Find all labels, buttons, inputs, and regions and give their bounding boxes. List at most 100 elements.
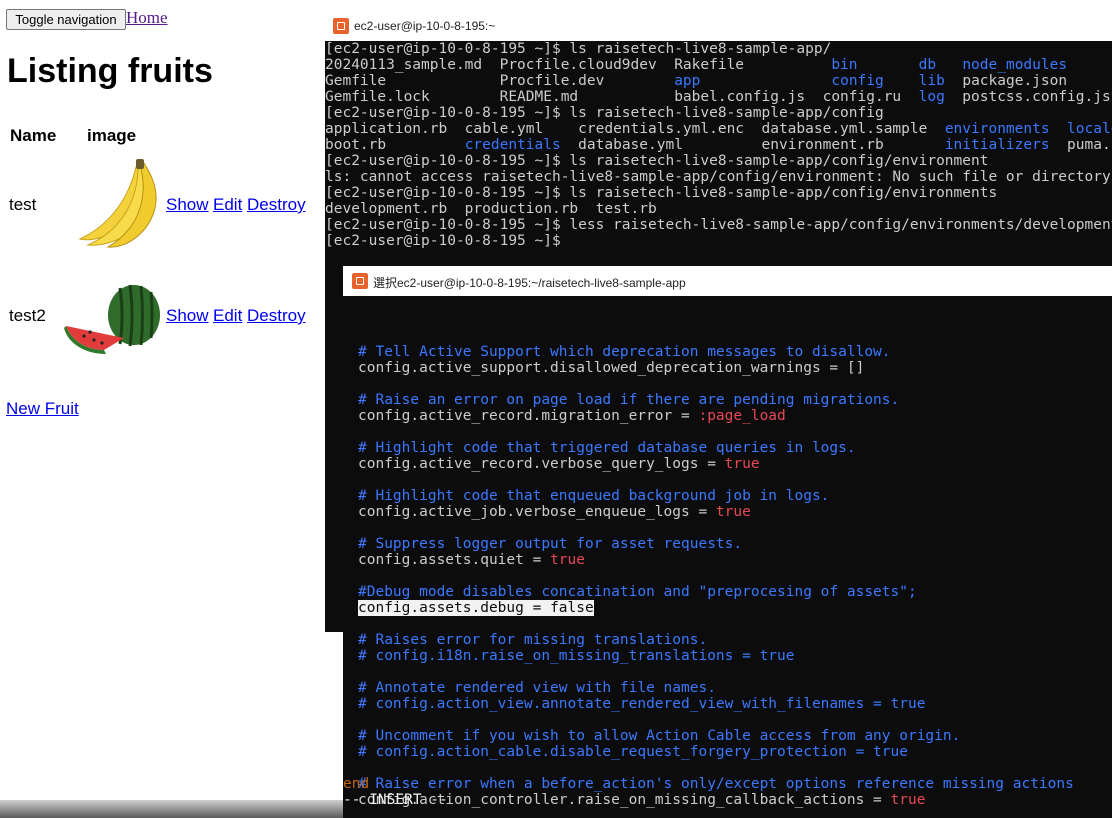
terminal-line: # config.action_view.annotate_rendered_v… (358, 696, 1074, 712)
edit-link[interactable]: Edit (213, 195, 242, 215)
terminal-text: [ec2-user@ip-10-0-8-195 ~]$ (325, 233, 561, 249)
show-link[interactable]: Show (166, 195, 209, 215)
terminal-text: config (831, 73, 884, 89)
terminal-text: ls: cannot access raisetech-live8-sample… (325, 169, 1111, 185)
terminal-text: database.yml environment.rb (560, 137, 945, 153)
destroy-link[interactable]: Destroy (247, 195, 306, 215)
terminal-window-vim[interactable]: 選択ec2-user@ip-10-0-8-195:~/raisetech-liv… (343, 266, 1112, 818)
terminal-text: config.active_record.migration_error = (358, 408, 699, 424)
edit-link[interactable]: Edit (213, 306, 242, 326)
terminal-app-icon (352, 273, 368, 289)
vim-mode-status: -- INSERT -- (343, 792, 448, 808)
banana-image (66, 153, 162, 253)
terminal-text: # Raise error when a before_action's onl… (358, 776, 1074, 792)
home-link[interactable]: Home (126, 8, 168, 28)
terminal-text: # Uncomment if you wish to allow Action … (358, 728, 961, 744)
terminal-text: # config.i18n.raise_on_missing_translati… (358, 648, 795, 664)
terminal-line: # Raise an error on page load if there a… (358, 392, 1074, 408)
terminal-text: # Highlight code that enqueued backgroun… (358, 488, 830, 504)
terminal-text: boot.rb (325, 137, 465, 153)
terminal-line: # Highlight code that enqueued backgroun… (358, 488, 1074, 504)
new-fruit-link[interactable]: New Fruit (6, 399, 79, 419)
terminal-text: bin (831, 57, 858, 73)
terminal-text: # Highlight code that triggered database… (358, 440, 856, 456)
terminal-text: # Suppress logger output for asset reque… (358, 536, 743, 552)
terminal-line: development.rb production.rb test.rb (325, 201, 1112, 217)
terminal-text: package.json (944, 73, 1112, 89)
terminal-line: # Highlight code that triggered database… (358, 440, 1074, 456)
terminal-text: true (550, 552, 585, 568)
terminal-text: # config.action_view.annotate_rendered_v… (358, 696, 926, 712)
toggle-navigation-button[interactable]: Toggle navigation (6, 9, 126, 30)
terminal-text: environments (944, 121, 1050, 137)
terminal-text: lib (918, 73, 945, 89)
terminal-text: [ec2-user@ip-10-0-8-195 ~]$ less raisete… (325, 217, 1112, 233)
terminal-line: Gemfile.lock README.md babel.config.js c… (325, 89, 1112, 105)
column-header-name: Name (10, 126, 57, 145)
terminal-title: 選択ec2-user@ip-10-0-8-195:~/raisetech-liv… (373, 276, 686, 290)
terminal-text: # Raise an error on page load if there a… (358, 392, 900, 408)
terminal-line: # Tell Active Support which deprecation … (358, 344, 1074, 360)
terminal-text: # Tell Active Support which deprecation … (358, 344, 891, 360)
terminal-line: config.active_job.verbose_enqueue_logs =… (358, 504, 1074, 520)
terminal-text: application.rb cable.yml credentials.yml… (325, 121, 945, 137)
terminal-text: #Debug mode disables concatination and "… (358, 584, 917, 600)
terminal-text: true (724, 456, 760, 472)
terminal-text: 20240113_sample.md Procfile.cloud9dev Ra… (325, 57, 832, 73)
terminal-text: node_modules (962, 57, 1068, 73)
terminal-line: ls: cannot access raisetech-live8-sample… (325, 169, 1112, 185)
terminal-line: config.action_controller.raise_on_missin… (358, 792, 1074, 808)
terminal-app-icon (333, 18, 349, 34)
destroy-link[interactable]: Destroy (247, 306, 306, 326)
terminal-text: [ec2-user@ip-10-0-8-195 ~]$ ls raisetech… (325, 153, 989, 169)
show-link[interactable]: Show (166, 306, 209, 326)
terminal-text: [ec2-user@ip-10-0-8-195 ~]$ ls raisetech… (325, 185, 998, 201)
terminal-text: db (918, 57, 937, 73)
terminal-text: # config.action_cable.disable_request_fo… (358, 744, 908, 760)
terminal-line: config.assets.quiet = true (358, 552, 1074, 568)
watermelon-image (64, 280, 160, 360)
terminal-text: config.assets.quiet = (358, 552, 551, 568)
terminal-text: config.assets.debug = (358, 600, 551, 616)
terminal-line: # Raises error for missing translations. (358, 632, 1074, 648)
terminal-line: [ec2-user@ip-10-0-8-195 ~]$ (325, 233, 1112, 249)
terminal-line: application.rb cable.yml credentials.yml… (325, 121, 1112, 137)
terminal-titlebar[interactable]: ec2-user@ip-10-0-8-195:~ (325, 10, 1112, 41)
terminal-text: false (550, 600, 594, 616)
fruit-name: test (9, 195, 37, 214)
terminal-text: puma.rb spring (1067, 137, 1112, 153)
terminal-text: # Annotate rendered view with file names… (358, 680, 716, 696)
terminal-line: Gemfile Procfile.dev app config lib pack… (325, 73, 1112, 89)
terminal-line: # Uncomment if you wish to allow Action … (358, 728, 1074, 744)
terminal-line: [ec2-user@ip-10-0-8-195 ~]$ ls raisetech… (325, 185, 1112, 201)
terminal-text: development.rb production.rb test.rb (325, 201, 657, 217)
terminal-text: [ec2-user@ip-10-0-8-195 ~]$ ls raisetech… (325, 105, 884, 121)
terminal-titlebar[interactable]: 選択ec2-user@ip-10-0-8-195:~/raisetech-liv… (343, 266, 1112, 296)
terminal-text: Gemfile Procfile.dev (325, 73, 675, 89)
vim-editor[interactable]: # Tell Active Support which deprecation … (343, 312, 1112, 808)
terminal-line: config.assets.debug = false (358, 600, 1074, 616)
vim-code-lines: # Tell Active Support which deprecation … (358, 344, 1074, 808)
terminal-text: :page_load (698, 408, 786, 424)
terminal-text: [ec2-user@ip-10-0-8-195 ~]$ ls raisetech… (325, 41, 832, 57)
terminal-line: [ec2-user@ip-10-0-8-195 ~]$ ls raisetech… (325, 153, 1112, 169)
column-header-image: image (87, 126, 137, 145)
terminal-line: config.active_record.verbose_query_logs … (358, 456, 1074, 472)
terminal-text: config.active_job.verbose_enqueue_logs = (358, 504, 716, 520)
terminal-title: ec2-user@ip-10-0-8-195:~ (354, 19, 496, 33)
terminal-output[interactable]: [ec2-user@ip-10-0-8-195 ~]$ ls raisetech… (325, 41, 1112, 249)
